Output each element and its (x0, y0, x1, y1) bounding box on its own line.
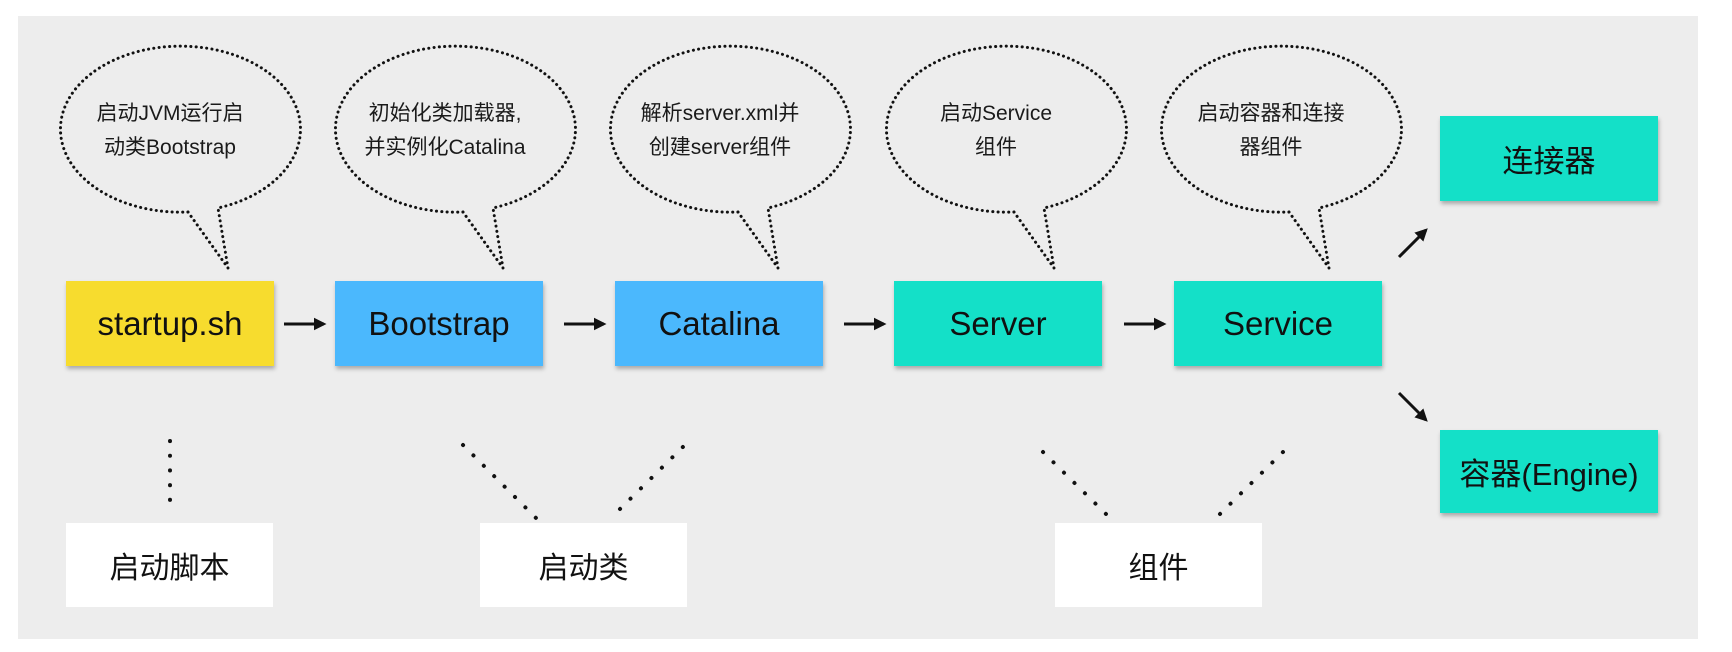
engine-label: 容器(Engine) (1459, 457, 1639, 492)
bubble-line: 创建server组件 (648, 136, 792, 159)
bubble-text-3: 解析server.xml并 创建server组件 (610, 97, 830, 165)
connector-box: 连接器 (1440, 116, 1658, 201)
bubble-line: 动类Bootstrap (104, 136, 236, 159)
step-label: startup.sh (97, 304, 243, 342)
group-label-script: 启动脚本 (66, 523, 273, 607)
bubble-line: 解析server.xml并 (640, 102, 800, 125)
bubble-text-2: 初始化类加载器, 并实例化Catalina (335, 97, 555, 165)
group-label-text: 组件 (1128, 552, 1189, 585)
connector-label: 连接器 (1502, 144, 1596, 179)
step-label: Bootstrap (368, 304, 510, 342)
bubble-line: 初始化类加载器, (368, 102, 522, 125)
bubble-text-4: 启动Service 组件 (886, 97, 1106, 165)
step-label: Server (949, 304, 1047, 342)
bubble-line: 启动JVM运行启 (96, 102, 244, 125)
step-startup-sh: startup.sh (66, 281, 274, 366)
bubble-line: 组件 (975, 136, 1017, 159)
group-label-class: 启动类 (480, 523, 687, 607)
bubble-text-5: 启动容器和连接 器组件 (1161, 97, 1381, 165)
group-label-text: 启动脚本 (109, 552, 230, 585)
bubble-line: 器组件 (1239, 136, 1303, 159)
step-server: Server (894, 281, 1102, 366)
group-label-component: 组件 (1055, 523, 1262, 607)
bubble-line: 启动容器和连接 (1197, 102, 1345, 125)
bubble-line: 启动Service (939, 102, 1053, 125)
group-label-text: 启动类 (538, 552, 629, 585)
step-catalina: Catalina (615, 281, 823, 366)
step-service: Service (1174, 281, 1382, 366)
bubble-text-1: 启动JVM运行启 动类Bootstrap (60, 97, 280, 165)
step-label: Catalina (658, 304, 780, 342)
bubble-line: 并实例化Catalina (364, 136, 526, 159)
engine-box: 容器(Engine) (1440, 430, 1658, 513)
step-bootstrap: Bootstrap (335, 281, 543, 366)
step-label: Service (1222, 304, 1334, 342)
